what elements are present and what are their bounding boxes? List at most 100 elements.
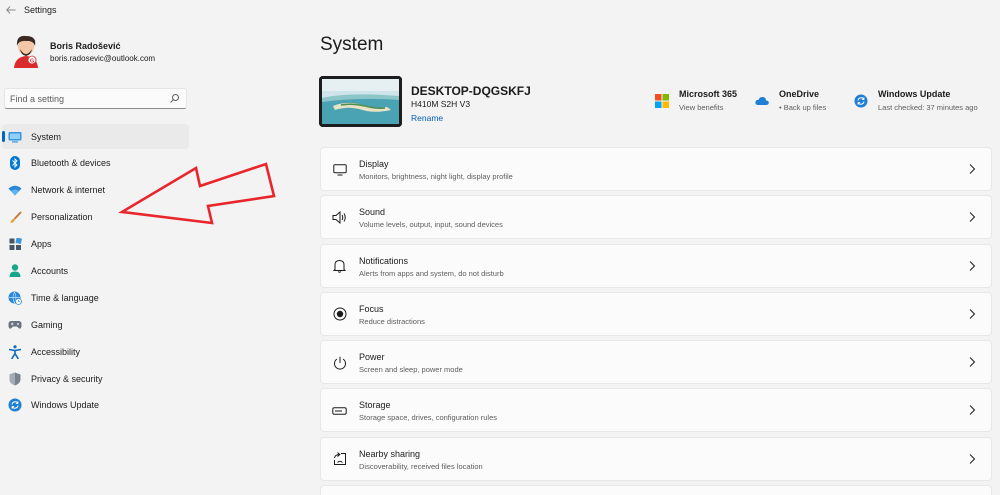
- apps-icon: [8, 237, 22, 251]
- sidebar-item-gaming[interactable]: Gaming: [2, 312, 189, 337]
- sidebar-item-label: Accessibility: [31, 346, 81, 357]
- card-title: Sound: [359, 207, 386, 218]
- search-icon: [170, 94, 179, 103]
- brush-icon: [8, 210, 22, 224]
- monitor-icon: [332, 162, 347, 177]
- search-input[interactable]: Find a setting: [4, 88, 187, 109]
- chevron-right-icon: [969, 164, 976, 174]
- svg-text:G: G: [30, 58, 34, 64]
- chevron-right-icon: [969, 405, 976, 416]
- sidebar-item-system[interactable]: System: [2, 124, 189, 149]
- sidebar-item-time-language[interactable]: Time & language: [2, 285, 189, 310]
- device-info: DESKTOP-DQGSKFJ H410M S2H V3 Rename: [319, 76, 649, 128]
- cloud-icon: [755, 96, 769, 105]
- sidebar-nav: System Bluetooth & devices Network & int…: [0, 124, 190, 420]
- search-placeholder: Find a setting: [10, 94, 65, 104]
- storage-icon: [332, 403, 347, 418]
- page-title: System: [320, 34, 384, 55]
- share-icon: [332, 452, 347, 467]
- sidebar-item-network[interactable]: Network & internet: [2, 178, 189, 203]
- card-title: Notifications: [359, 255, 409, 266]
- settings-card-storage[interactable]: Storage Storage space, drives, configura…: [320, 388, 992, 433]
- settings-card-notifications[interactable]: Notifications Alerts from apps and syste…: [320, 243, 992, 288]
- chevron-right-icon: [969, 309, 976, 319]
- chevron-right-icon: [969, 212, 976, 223]
- back-arrow-icon: [6, 6, 16, 14]
- sidebar-item-label: System: [31, 131, 62, 142]
- sidebar-item-label: Apps: [31, 239, 52, 250]
- settings-card-nearby-sharing[interactable]: Nearby sharing Discoverability, received…: [320, 436, 992, 481]
- title-bar: Settings: [0, 0, 1000, 22]
- shield-icon: [8, 372, 22, 386]
- settings-card-focus[interactable]: Focus Reduce distractions: [320, 291, 992, 336]
- sidebar-item-label: Time & language: [31, 292, 99, 303]
- card-title: Focus: [359, 303, 384, 314]
- sidebar-item-windows-update[interactable]: Windows Update: [2, 393, 189, 418]
- card-subtitle: Discoverability, received files location: [359, 461, 483, 471]
- globe-clock-icon: [8, 291, 22, 305]
- quick-link-subtitle: View benefits: [679, 103, 724, 112]
- update-icon: [854, 94, 868, 108]
- sidebar-item-label: Privacy & security: [31, 373, 103, 384]
- microsoft-logo-icon: [655, 94, 669, 108]
- wifi-icon: [8, 183, 22, 197]
- sidebar-item-privacy-security[interactable]: Privacy & security: [2, 366, 189, 391]
- accessibility-icon: [8, 344, 22, 359]
- user-name: Boris Radošević: [50, 41, 121, 51]
- settings-card-display[interactable]: Display Monitors, brightness, night ligh…: [320, 147, 992, 191]
- quick-link-microsoft-365[interactable]: Microsoft 365 View benefits: [655, 88, 750, 118]
- window-title: Settings: [24, 5, 57, 15]
- sidebar-item-label: Accounts: [31, 265, 69, 276]
- sidebar-item-label: Gaming: [31, 319, 63, 330]
- quick-link-subtitle: Last checked: 37 minutes ago: [878, 103, 978, 112]
- sidebar-item-label: Windows Update: [31, 400, 100, 411]
- power-icon: [332, 355, 347, 370]
- quick-link-title: Windows Update: [878, 89, 951, 99]
- bluetooth-icon: [8, 156, 22, 171]
- settings-card-partial[interactable]: [320, 485, 992, 495]
- speaker-icon: [332, 210, 347, 225]
- device-model: H410M S2H V3: [411, 99, 471, 109]
- system-icon: [8, 130, 22, 144]
- sidebar-item-accounts[interactable]: Accounts: [2, 258, 189, 283]
- card-subtitle: Reduce distractions: [359, 316, 425, 326]
- card-title: Power: [359, 352, 385, 363]
- settings-card-sound[interactable]: Sound Volume levels, output, input, soun…: [320, 195, 992, 240]
- settings-list: Display Monitors, brightness, night ligh…: [320, 147, 992, 495]
- card-subtitle: Storage space, drives, configuration rul…: [359, 413, 497, 423]
- card-subtitle: Screen and sleep, power mode: [359, 365, 463, 375]
- card-subtitle: Alerts from apps and system, do not dist…: [359, 268, 504, 278]
- chevron-right-icon: [969, 357, 976, 368]
- quick-link-subtitle: • Back up files: [779, 103, 827, 112]
- sidebar-item-accessibility[interactable]: Accessibility: [2, 339, 189, 364]
- sidebar-item-bluetooth[interactable]: Bluetooth & devices: [2, 151, 189, 176]
- sidebar-item-apps[interactable]: Apps: [2, 232, 189, 257]
- card-title: Display: [359, 159, 389, 169]
- user-email: boris.radosevic@outlook.com: [50, 54, 156, 63]
- focus-icon: [332, 307, 347, 322]
- update-icon: [8, 398, 22, 412]
- quick-link-onedrive[interactable]: OneDrive • Back up files: [755, 88, 845, 118]
- desktop-wallpaper-thumbnail: [319, 76, 402, 127]
- sidebar-item-label: Network & internet: [31, 185, 106, 196]
- card-subtitle: Monitors, brightness, night light, displ…: [359, 172, 513, 181]
- person-icon: [8, 264, 22, 278]
- gamepad-icon: [8, 318, 22, 332]
- card-title: Storage: [359, 400, 391, 411]
- card-title: Nearby sharing: [359, 448, 421, 459]
- quick-link-title: OneDrive: [779, 89, 820, 99]
- chevron-right-icon: [969, 453, 976, 464]
- card-subtitle: Volume levels, output, input, sound devi…: [359, 220, 503, 230]
- sidebar-item-personalization[interactable]: Personalization: [2, 205, 189, 230]
- quick-link-windows-update[interactable]: Windows Update Last checked: 37 minutes …: [854, 88, 994, 118]
- avatar: G: [8, 32, 44, 68]
- bell-icon: [332, 259, 347, 274]
- chevron-right-icon: [969, 260, 976, 271]
- settings-card-power[interactable]: Power Screen and sleep, power mode: [320, 340, 992, 385]
- back-button[interactable]: [4, 3, 18, 17]
- user-profile[interactable]: G Boris Radošević boris.radosevic@outloo…: [8, 32, 208, 76]
- device-name: DESKTOP-DQGSKFJ: [411, 84, 531, 98]
- quick-link-title: Microsoft 365: [679, 89, 738, 99]
- sidebar-item-label: Personalization: [31, 212, 93, 223]
- rename-link[interactable]: Rename: [411, 113, 443, 123]
